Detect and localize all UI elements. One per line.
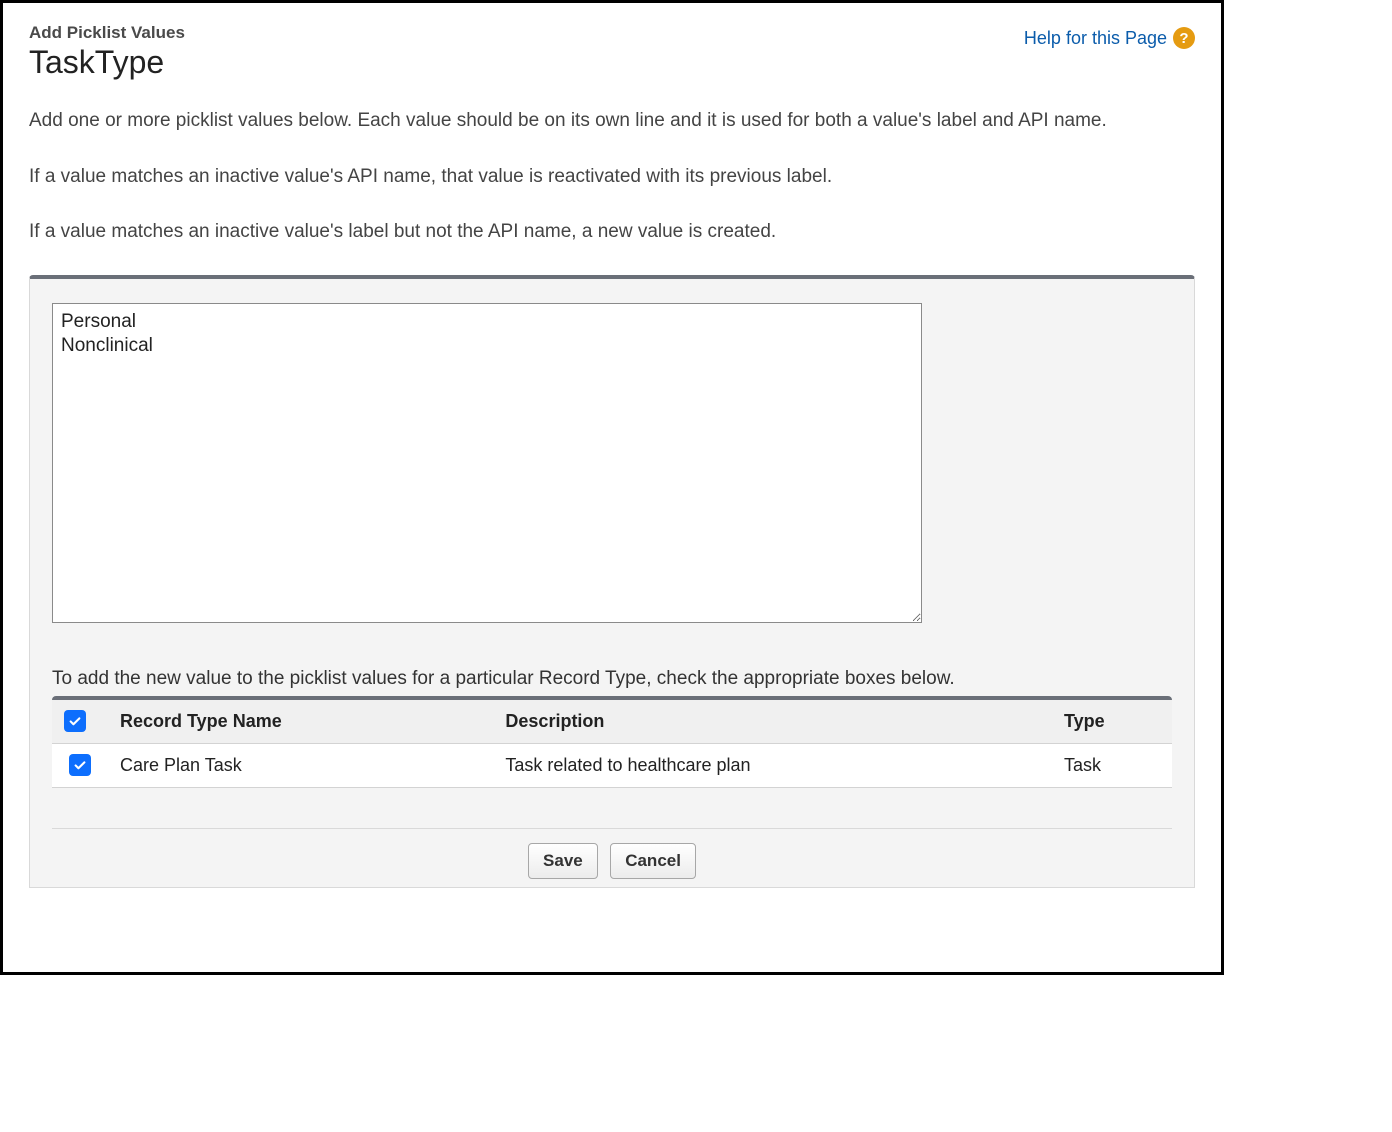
button-bar: Save Cancel	[52, 828, 1172, 879]
table-header-row: Record Type Name Description Type	[52, 700, 1172, 744]
col-description-header: Description	[493, 700, 1052, 744]
select-all-header	[52, 700, 108, 744]
page-subtitle: Add Picklist Values	[29, 23, 185, 43]
row-description: Task related to healthcare plan	[493, 744, 1052, 788]
picklist-values-textarea[interactable]	[52, 303, 922, 623]
help-icon: ?	[1173, 27, 1195, 49]
description-line-1: Add one or more picklist values below. E…	[29, 108, 1195, 134]
row-checkbox-cell	[52, 744, 108, 788]
help-link[interactable]: Help for this Page ?	[1024, 27, 1195, 49]
record-type-instruction: To add the new value to the picklist val…	[52, 668, 1172, 690]
page-header: Add Picklist Values TaskType Help for th…	[29, 23, 1195, 80]
checkmark-icon	[73, 758, 87, 772]
page-title: TaskType	[29, 45, 185, 80]
col-name-header: Record Type Name	[108, 700, 493, 744]
main-panel: To add the new value to the picklist val…	[29, 275, 1195, 888]
help-link-label: Help for this Page	[1024, 28, 1167, 49]
row-type: Task	[1052, 744, 1172, 788]
description-line-3: If a value matches an inactive value's l…	[29, 219, 1195, 245]
record-type-table: Record Type Name Description Type	[52, 700, 1172, 787]
table-row: Care Plan Task Task related to healthcar…	[52, 744, 1172, 788]
description-line-2: If a value matches an inactive value's A…	[29, 164, 1195, 190]
col-type-header: Type	[1052, 700, 1172, 744]
row-name: Care Plan Task	[108, 744, 493, 788]
title-block: Add Picklist Values TaskType	[29, 23, 185, 80]
save-button[interactable]: Save	[528, 843, 598, 879]
page-frame: Add Picklist Values TaskType Help for th…	[0, 0, 1224, 975]
record-type-table-wrap: Record Type Name Description Type	[52, 696, 1172, 788]
select-all-checkbox[interactable]	[64, 710, 86, 732]
cancel-button[interactable]: Cancel	[610, 843, 696, 879]
row-checkbox[interactable]	[69, 754, 91, 776]
checkmark-icon	[68, 714, 82, 728]
description-block: Add one or more picklist values below. E…	[29, 108, 1195, 245]
